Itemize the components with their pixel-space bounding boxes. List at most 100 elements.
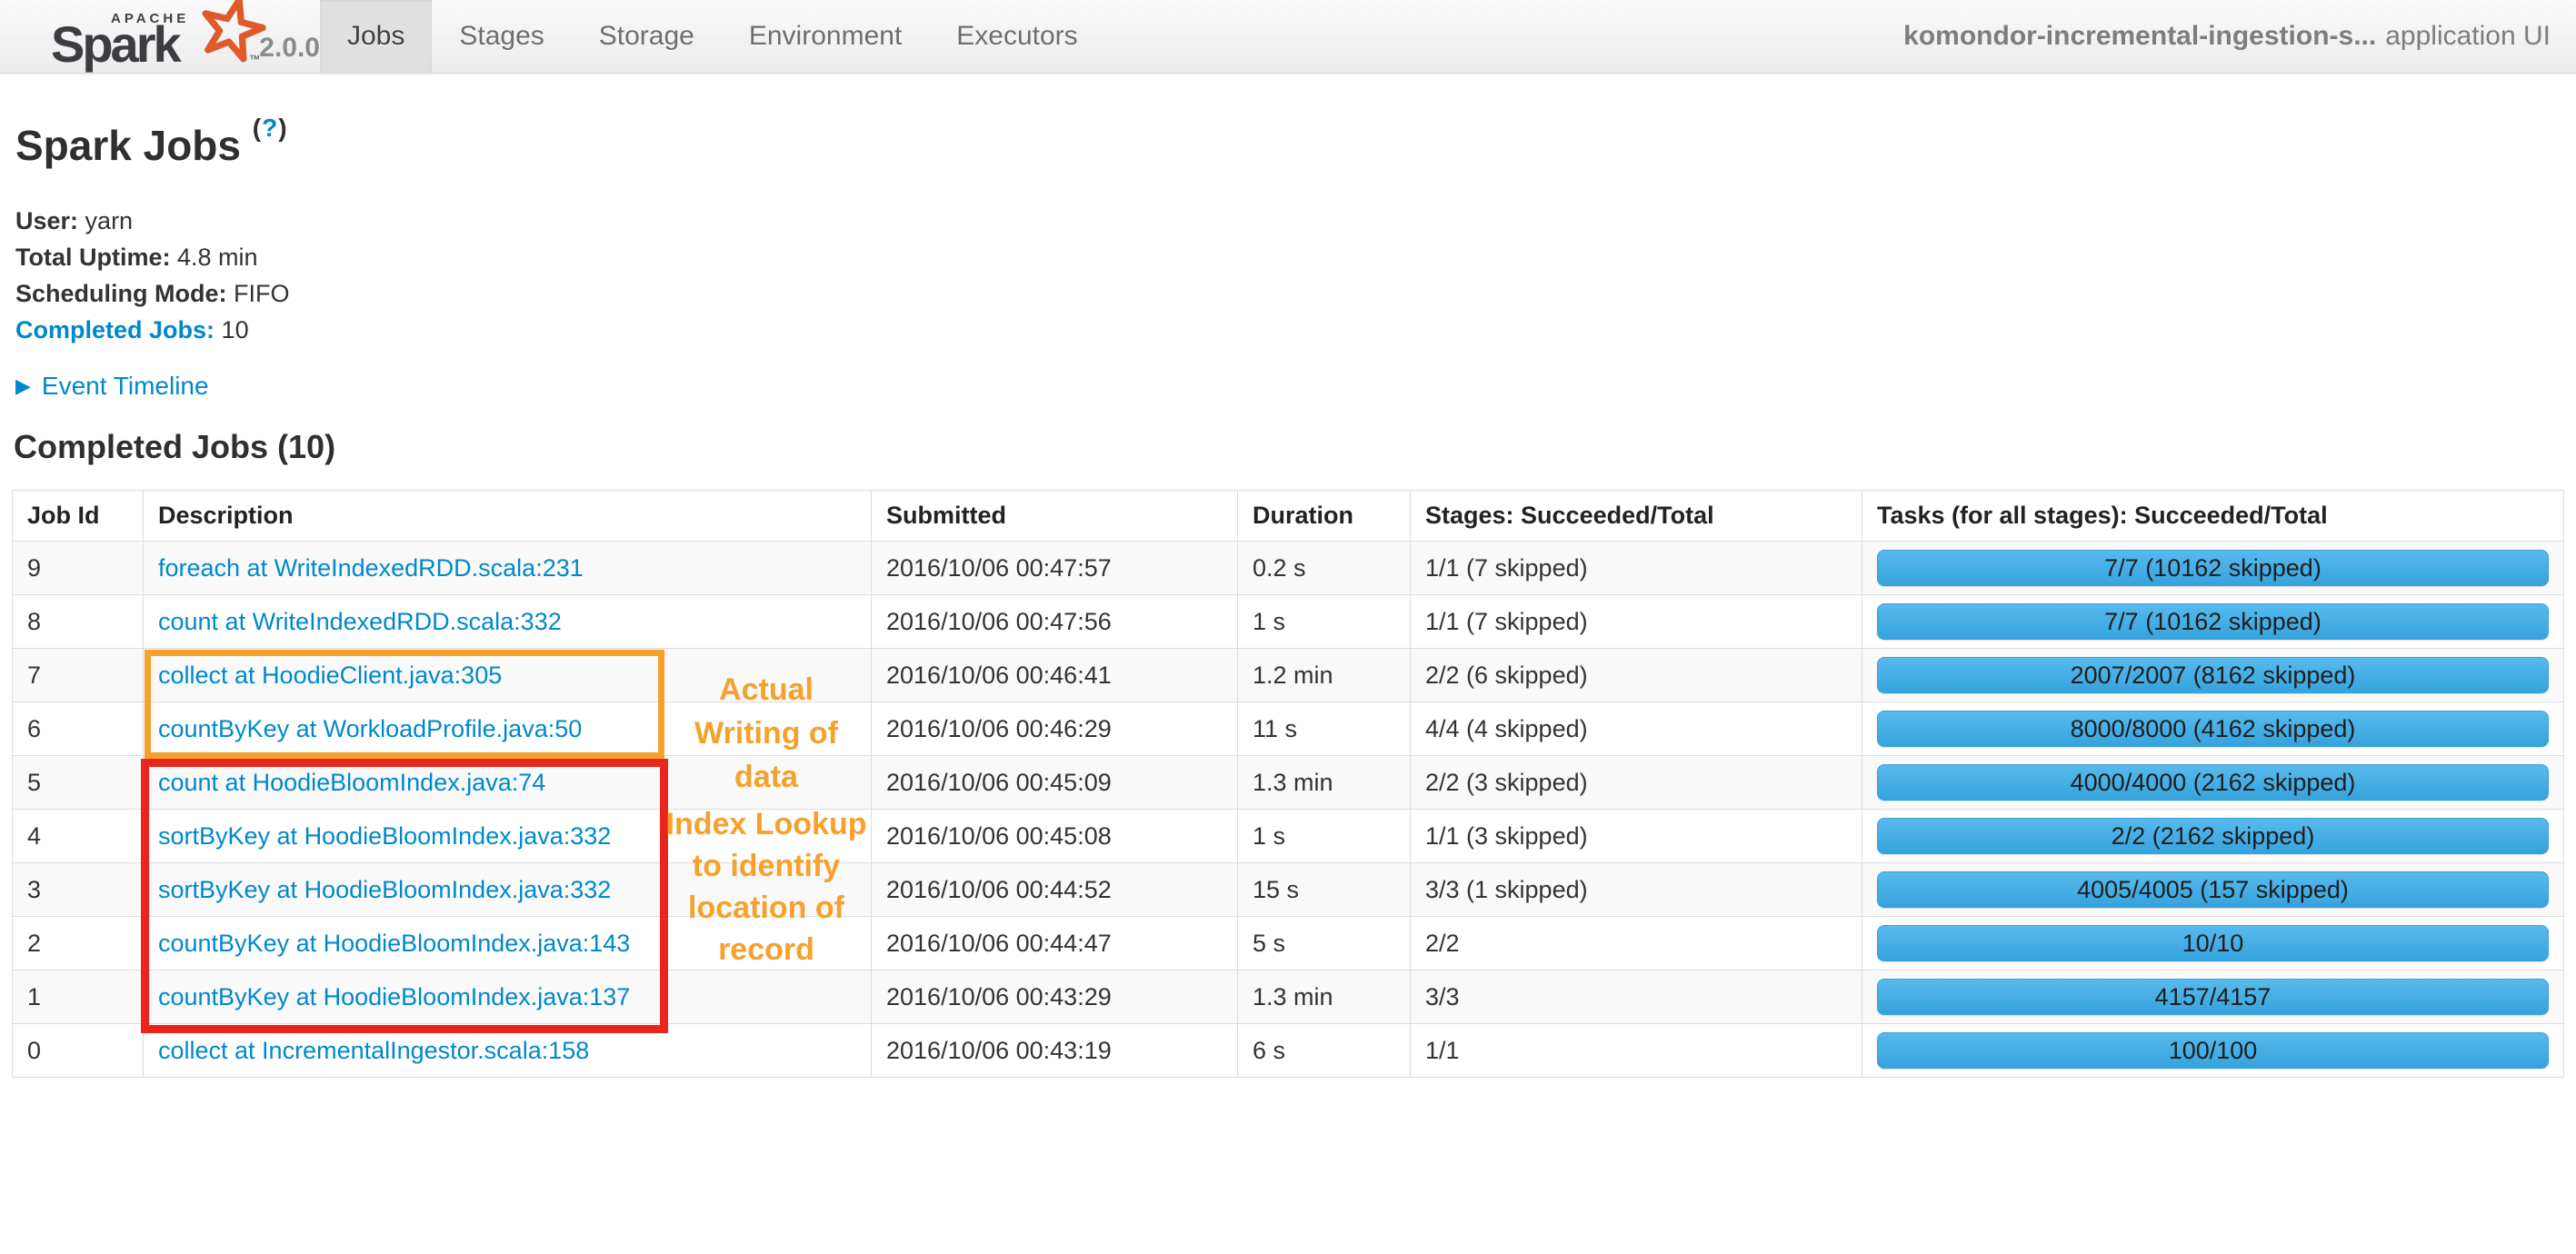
table-row: 2 countByKey at HoodieBloomIndex.java:14…	[12, 916, 2564, 970]
stages-cell: 1/1 (3 skipped)	[1410, 809, 1862, 863]
summary-uptime-label: Total Uptime:	[15, 244, 171, 271]
summary-scheduling-label: Scheduling Mode:	[15, 280, 227, 307]
submitted-cell: 2016/10/06 00:43:29	[871, 970, 1238, 1024]
submitted-cell: 2016/10/06 00:46:29	[871, 702, 1238, 756]
summary-completed-value: 10	[221, 316, 249, 343]
table-row: 5 count at HoodieBloomIndex.java:74 2016…	[12, 755, 2564, 810]
page-title-text: Spark Jobs	[15, 122, 241, 169]
col-job-id: Job Id	[12, 490, 144, 542]
table-row: 3 sortByKey at HoodieBloomIndex.java:332…	[12, 862, 2564, 917]
page-title: Spark Jobs (?)	[15, 114, 2564, 170]
duration-cell: 1 s	[1237, 809, 1411, 863]
tasks-progress-bar: 2/2 (2162 skipped)	[1877, 818, 2549, 854]
tasks-progress-bar: 10/10	[1877, 925, 2549, 961]
tasks-progress-bar: 100/100	[1877, 1032, 2549, 1069]
tab-storage[interactable]: Storage	[572, 0, 722, 73]
stages-cell: 3/3 (1 skipped)	[1410, 862, 1862, 917]
help-paren-open: (	[252, 114, 263, 142]
summary-scheduling-mode: Scheduling Mode: FIFO	[15, 275, 2564, 312]
summary-uptime: Total Uptime: 4.8 min	[15, 239, 2564, 275]
summary-completed-jobs: Completed Jobs: 10	[15, 312, 2564, 348]
tab-stages[interactable]: Stages	[432, 0, 571, 73]
event-timeline-toggle[interactable]: ▶ Event Timeline	[15, 372, 2564, 401]
table-row: 4 sortByKey at HoodieBloomIndex.java:332…	[12, 809, 2564, 863]
application-title-suffix: application UI	[2385, 21, 2551, 51]
table-row: 8 count at WriteIndexedRDD.scala:332 201…	[12, 594, 2564, 649]
submitted-cell: 2016/10/06 00:47:56	[871, 594, 1238, 649]
completed-jobs-table-wrapper: Job Id Description Submitted Duration St…	[12, 490, 2564, 1078]
help-question-icon[interactable]: ?	[262, 114, 278, 142]
summary-user: User: yarn	[15, 203, 2564, 239]
submitted-cell: 2016/10/06 00:44:47	[871, 916, 1238, 970]
job-description-link[interactable]: count at HoodieBloomIndex.java:74	[158, 769, 545, 796]
spark-wordmark: Spark	[51, 15, 182, 73]
spark-logo: APACHE Spark ™	[51, 0, 266, 73]
stages-cell: 2/2 (3 skipped)	[1410, 755, 1862, 810]
duration-cell: 6 s	[1237, 1023, 1411, 1078]
completed-jobs-heading: Completed Jobs (10)	[14, 428, 336, 465]
event-timeline-label: Event Timeline	[41, 372, 209, 400]
summary-user-label: User:	[15, 207, 79, 234]
summary-completed-label[interactable]: Completed Jobs:	[15, 316, 215, 343]
submitted-cell: 2016/10/06 00:45:08	[871, 809, 1238, 863]
job-description-link[interactable]: sortByKey at HoodieBloomIndex.java:332	[158, 822, 611, 850]
job-description-link[interactable]: countByKey at HoodieBloomIndex.java:137	[158, 983, 630, 1010]
job-description-link[interactable]: collect at HoodieClient.java:305	[158, 662, 502, 689]
col-stages: Stages: Succeeded/Total	[1410, 490, 1862, 542]
application-title: komondor-incremental-ingestion-s... appl…	[1903, 0, 2576, 73]
job-id-cell: 8	[12, 594, 144, 649]
stages-cell: 2/2	[1410, 916, 1862, 970]
job-id-cell: 2	[12, 916, 144, 970]
tasks-progress-bar: 7/7 (10162 skipped)	[1877, 603, 2549, 640]
job-description-link[interactable]: collect at IncrementalIngestor.scala:158	[158, 1037, 589, 1064]
navbar-spacer	[1105, 0, 1903, 73]
job-id-cell: 4	[12, 809, 144, 863]
tab-jobs[interactable]: Jobs	[320, 0, 433, 73]
job-id-cell: 9	[12, 541, 144, 595]
duration-cell: 5 s	[1237, 916, 1411, 970]
tasks-progress-bar: 8000/8000 (4162 skipped)	[1877, 711, 2549, 747]
summary-user-value: yarn	[85, 207, 134, 234]
submitted-cell: 2016/10/06 00:43:19	[871, 1023, 1238, 1078]
col-submitted: Submitted	[871, 490, 1238, 542]
stages-cell: 1/1 (7 skipped)	[1410, 541, 1862, 595]
help-paren-close: )	[278, 114, 288, 142]
table-header-row: Job Id Description Submitted Duration St…	[12, 490, 2564, 542]
duration-cell: 11 s	[1237, 702, 1411, 756]
help-badge: (?)	[253, 114, 288, 142]
job-description-link[interactable]: countByKey at HoodieBloomIndex.java:143	[158, 930, 630, 957]
submitted-cell: 2016/10/06 00:47:57	[871, 541, 1238, 595]
tasks-progress-bar: 4005/4005 (157 skipped)	[1877, 871, 2549, 908]
col-duration: Duration	[1237, 490, 1411, 542]
job-description-link[interactable]: count at WriteIndexedRDD.scala:332	[158, 608, 562, 635]
tab-environment[interactable]: Environment	[722, 0, 929, 73]
main-content: Spark Jobs (?) User: yarn Total Uptime: …	[0, 114, 2576, 1078]
summary-uptime-value: 4.8 min	[177, 244, 258, 271]
duration-cell: 1.2 min	[1237, 648, 1411, 702]
table-row: 6 countByKey at WorkloadProfile.java:50 …	[12, 702, 2564, 756]
tasks-progress-bar: 4157/4157	[1877, 979, 2549, 1015]
stages-cell: 4/4 (4 skipped)	[1410, 702, 1862, 756]
application-name: komondor-incremental-ingestion-s...	[1903, 21, 2377, 51]
duration-cell: 1 s	[1237, 594, 1411, 649]
completed-jobs-table: Job Id Description Submitted Duration St…	[12, 490, 2564, 1078]
spark-brand: APACHE Spark ™ 2.0.0	[0, 0, 320, 73]
job-id-cell: 5	[12, 755, 144, 810]
submitted-cell: 2016/10/06 00:44:52	[871, 862, 1238, 917]
job-id-cell: 1	[12, 970, 144, 1024]
table-row: 7 collect at HoodieClient.java:305 2016/…	[12, 648, 2564, 702]
duration-cell: 15 s	[1237, 862, 1411, 917]
nav-tabs: Jobs Stages Storage Environment Executor…	[320, 0, 1105, 73]
submitted-cell: 2016/10/06 00:46:41	[871, 648, 1238, 702]
summary-scheduling-value: FIFO	[234, 280, 290, 307]
tab-executors[interactable]: Executors	[929, 0, 1104, 73]
job-description-link[interactable]: foreach at WriteIndexedRDD.scala:231	[158, 554, 584, 582]
job-description-link[interactable]: countByKey at WorkloadProfile.java:50	[158, 715, 582, 742]
job-id-cell: 7	[12, 648, 144, 702]
tasks-progress-bar: 7/7 (10162 skipped)	[1877, 550, 2549, 586]
stages-cell: 1/1	[1410, 1023, 1862, 1078]
tasks-progress-bar: 2007/2007 (8162 skipped)	[1877, 657, 2549, 693]
job-description-link[interactable]: sortByKey at HoodieBloomIndex.java:332	[158, 876, 611, 903]
tasks-progress-bar: 4000/4000 (2162 skipped)	[1877, 764, 2549, 801]
navbar: APACHE Spark ™ 2.0.0 Jobs Stages Storage…	[0, 0, 2576, 74]
